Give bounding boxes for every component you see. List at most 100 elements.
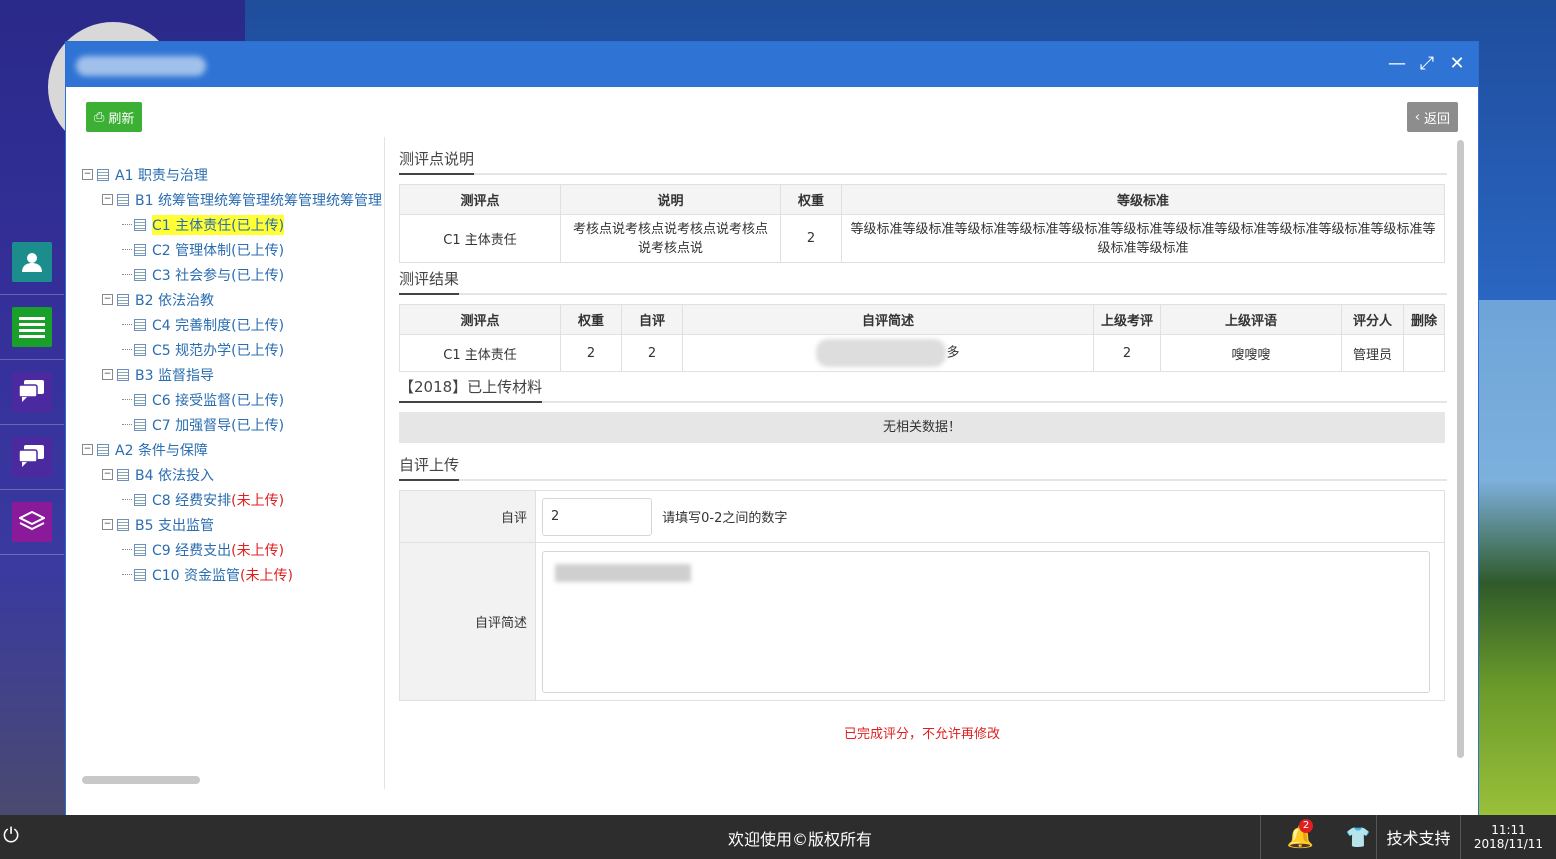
locked-notice: 已完成评分，不允许再修改: [843, 727, 1000, 742]
desktop-shortcut-chat-1[interactable]: [0, 360, 64, 425]
desktop-shortcut-layers[interactable]: [0, 490, 64, 555]
document-icon: [134, 493, 146, 506]
tree-node[interactable]: − A2 条件与保障: [82, 437, 382, 462]
back-button[interactable]: ‹ 返回: [1406, 102, 1458, 132]
tree-node-label[interactable]: B2 依法治教: [135, 290, 214, 310]
tree-connector: [122, 549, 132, 550]
tree-node-label[interactable]: C1 主体责任(已上传): [152, 214, 285, 235]
tree-connector: [122, 274, 132, 275]
tree-node-label[interactable]: B1 统筹管理统筹管理统筹管理统筹管理: [135, 190, 382, 210]
tree-node-label[interactable]: C2 管理体制(已上传): [152, 240, 284, 260]
tree-node[interactable]: C5 规范办学(已上传): [82, 337, 382, 362]
cell-point: C1 主体责任: [399, 214, 561, 263]
cell-desc: 考核点说考核点说考核点说考核点说考核点说: [560, 214, 781, 263]
upload-status: (已上传): [231, 267, 285, 284]
tree-node-label[interactable]: B5 支出监管: [135, 515, 214, 535]
minimize-icon[interactable]: —: [1388, 54, 1406, 74]
document-icon: [134, 393, 146, 406]
desktop-shortcut-user[interactable]: [0, 230, 64, 295]
chat-icon: [12, 437, 52, 477]
document-icon: [134, 418, 146, 431]
tree-node[interactable]: C7 加强督导(已上传): [82, 412, 382, 437]
collapse-toggle-icon[interactable]: −: [82, 169, 93, 180]
tree-node[interactable]: − B2 依法治教: [82, 287, 382, 312]
tree-node[interactable]: − B4 依法投入: [82, 462, 382, 487]
collapse-toggle-icon[interactable]: −: [102, 194, 113, 205]
self-summary-textarea[interactable]: [542, 550, 1430, 693]
maximize-icon[interactable]: ⤢: [1418, 54, 1436, 74]
col-header: 自评: [621, 304, 683, 335]
user-icon: [12, 242, 52, 282]
clock-date: 2018/11/11: [1473, 837, 1544, 851]
tree-node[interactable]: C1 主体责任(已上传): [82, 212, 382, 237]
tree-node-label[interactable]: B4 依法投入: [135, 465, 214, 485]
document-icon: [97, 168, 109, 181]
col-header: 上级考评: [1093, 304, 1161, 335]
upload-status: (未上传): [231, 492, 285, 509]
section-title-desc: 测评点说明: [399, 137, 1447, 175]
tree-node-label[interactable]: C7 加强督导(已上传): [152, 415, 284, 435]
tree-node[interactable]: C4 完善制度(已上传): [82, 312, 382, 337]
document-icon: [117, 193, 129, 206]
tree-node[interactable]: C8 经费安排(未上传): [82, 487, 382, 512]
cell-comment: 嗖嗖嗖: [1160, 334, 1342, 372]
document-icon: [134, 318, 146, 331]
materials-empty-message: 无相关数据！: [399, 412, 1445, 443]
cell-delete[interactable]: [1403, 334, 1445, 372]
taskbar: ⏻ 欢迎使用©版权所有 🔔 2 👕 技术支持 11:11 2018/11/11: [0, 815, 1556, 859]
tree-node-label[interactable]: A2 条件与保障: [115, 440, 208, 460]
col-header: 测评点: [399, 304, 561, 335]
document-icon: [134, 243, 146, 256]
tree-horizontal-scrollbar[interactable]: [82, 776, 200, 784]
tree-node[interactable]: − B1 统筹管理统筹管理统筹管理统筹管理: [82, 187, 382, 212]
notifications-button[interactable]: 🔔 2: [1260, 815, 1340, 859]
redacted-text: [555, 563, 691, 582]
collapse-toggle-icon[interactable]: −: [82, 444, 93, 455]
self-score-label: 自评: [399, 490, 536, 543]
tree-node-label[interactable]: C5 规范办学(已上传): [152, 340, 284, 360]
tree-node[interactable]: C2 管理体制(已上传): [82, 237, 382, 262]
tree-connector: [122, 399, 132, 400]
tree-node[interactable]: − B5 支出监管: [82, 512, 382, 537]
tree-node[interactable]: C3 社会参与(已上传): [82, 262, 382, 287]
cell-weight: 2: [780, 214, 842, 263]
tree-node-label[interactable]: C10 资金监管(未上传): [152, 565, 293, 585]
collapse-toggle-icon[interactable]: −: [102, 294, 113, 305]
tree-node-label[interactable]: C3 社会参与(已上传): [152, 265, 284, 285]
table-header-row: 测评点 说明 权重 等级标准: [399, 184, 1445, 215]
self-score-input[interactable]: 2: [542, 497, 652, 536]
tree-node-label[interactable]: C9 经费支出(未上传): [152, 540, 284, 560]
detail-vertical-scrollbar[interactable]: [1457, 140, 1464, 758]
tree-node-label[interactable]: C4 完善制度(已上传): [152, 315, 284, 335]
desktop-shortcut-chat-2[interactable]: [0, 425, 64, 490]
table-header-row: 测评点 权重 自评 自评简述 上级考评 上级评语 评分人 删除: [399, 304, 1445, 335]
cell-weight: 2: [560, 334, 622, 372]
desktop-shortcut-list[interactable]: [0, 295, 64, 360]
theme-button[interactable]: 👕: [1340, 815, 1376, 859]
tech-support-button[interactable]: 技术支持: [1376, 815, 1460, 859]
chevron-left-icon: ‹: [1414, 109, 1420, 125]
collapse-toggle-icon[interactable]: −: [102, 469, 113, 480]
app-window: — ⤢ ✕ ⎙ 刷新 ‹ 返回 − A1 职责与治理 − B1 统筹管理统筹管理统筹管…: [65, 41, 1479, 816]
close-icon[interactable]: ✕: [1448, 54, 1466, 74]
panel-divider: [384, 137, 385, 789]
tree-connector: [122, 324, 132, 325]
cell-self: 2: [621, 334, 683, 372]
tree-node-label[interactable]: C8 经费安排(未上传): [152, 490, 284, 510]
tree-node[interactable]: C10 资金监管(未上传): [82, 562, 382, 587]
tree-node[interactable]: − B3 监督指导: [82, 362, 382, 387]
table-row: C1 主体责任 考核点说考核点说考核点说考核点说考核点说 2 等级标准等级标准等…: [399, 214, 1445, 263]
document-icon: [117, 518, 129, 531]
col-header: 删除: [1403, 304, 1445, 335]
tree-node[interactable]: C6 接受监督(已上传): [82, 387, 382, 412]
collapse-toggle-icon[interactable]: −: [102, 519, 113, 530]
collapse-toggle-icon[interactable]: −: [102, 369, 113, 380]
tree-node[interactable]: − A1 职责与治理: [82, 162, 382, 187]
tree-node-label[interactable]: A1 职责与治理: [115, 165, 208, 185]
taskbar-tray: 🔔 2 👕 技术支持 11:11 2018/11/11: [1260, 815, 1556, 859]
tree-node-label[interactable]: B3 监督指导: [135, 365, 214, 385]
window-titlebar[interactable]: — ⤢ ✕: [66, 42, 1478, 87]
refresh-button[interactable]: ⎙ 刷新: [86, 102, 143, 132]
tree-node[interactable]: C9 经费支出(未上传): [82, 537, 382, 562]
tree-node-label[interactable]: C6 接受监督(已上传): [152, 390, 284, 410]
